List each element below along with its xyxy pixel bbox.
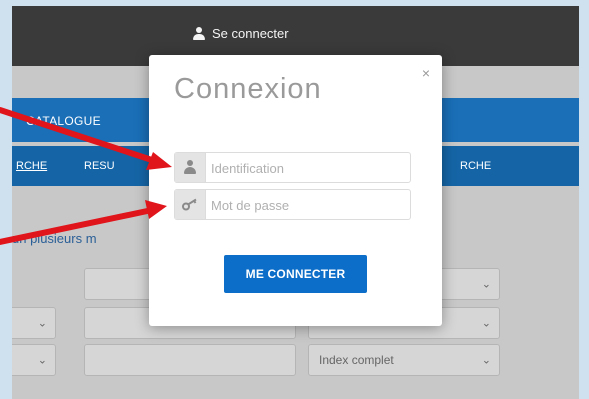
user-icon <box>184 160 196 174</box>
password-input[interactable] <box>209 193 403 217</box>
search-help-text: un plusieurs m <box>12 231 97 246</box>
connect-label: Se connecter <box>212 26 289 41</box>
login-input[interactable] <box>209 156 403 180</box>
user-addon <box>175 153 206 182</box>
index-select-3[interactable]: Index complet ⌄ <box>308 344 500 376</box>
tab-recherche[interactable]: RCHE <box>16 160 47 172</box>
catalogue-link[interactable]: CATALOGUE <box>26 114 101 128</box>
chevron-down-icon: ⌄ <box>37 317 47 330</box>
operator-select-2[interactable]: ⌄ <box>12 307 56 339</box>
chevron-down-icon: ⌄ <box>481 317 491 330</box>
connect-link[interactable]: Se connecter <box>192 26 289 41</box>
user-icon <box>192 26 206 41</box>
login-modal: Connexion × ME CONNECTER <box>149 55 442 326</box>
chevron-down-icon: ⌄ <box>37 354 47 367</box>
key-addon <box>175 190 206 219</box>
password-field[interactable] <box>174 189 411 220</box>
search-text-field-3[interactable] <box>84 344 296 376</box>
operator-select-3[interactable]: ⌄ <box>12 344 56 376</box>
close-icon[interactable]: × <box>422 65 430 81</box>
login-button[interactable]: ME CONNECTER <box>224 255 367 293</box>
index-select-value: Index complet <box>319 353 394 367</box>
login-field[interactable] <box>174 152 411 183</box>
chevron-down-icon: ⌄ <box>481 354 491 367</box>
tab-resultats[interactable]: RESU <box>84 160 115 172</box>
modal-title: Connexion <box>174 73 322 105</box>
tab-recherche-right[interactable]: RCHE <box>460 160 491 172</box>
chevron-down-icon: ⌄ <box>481 278 491 291</box>
key-icon <box>182 198 197 211</box>
